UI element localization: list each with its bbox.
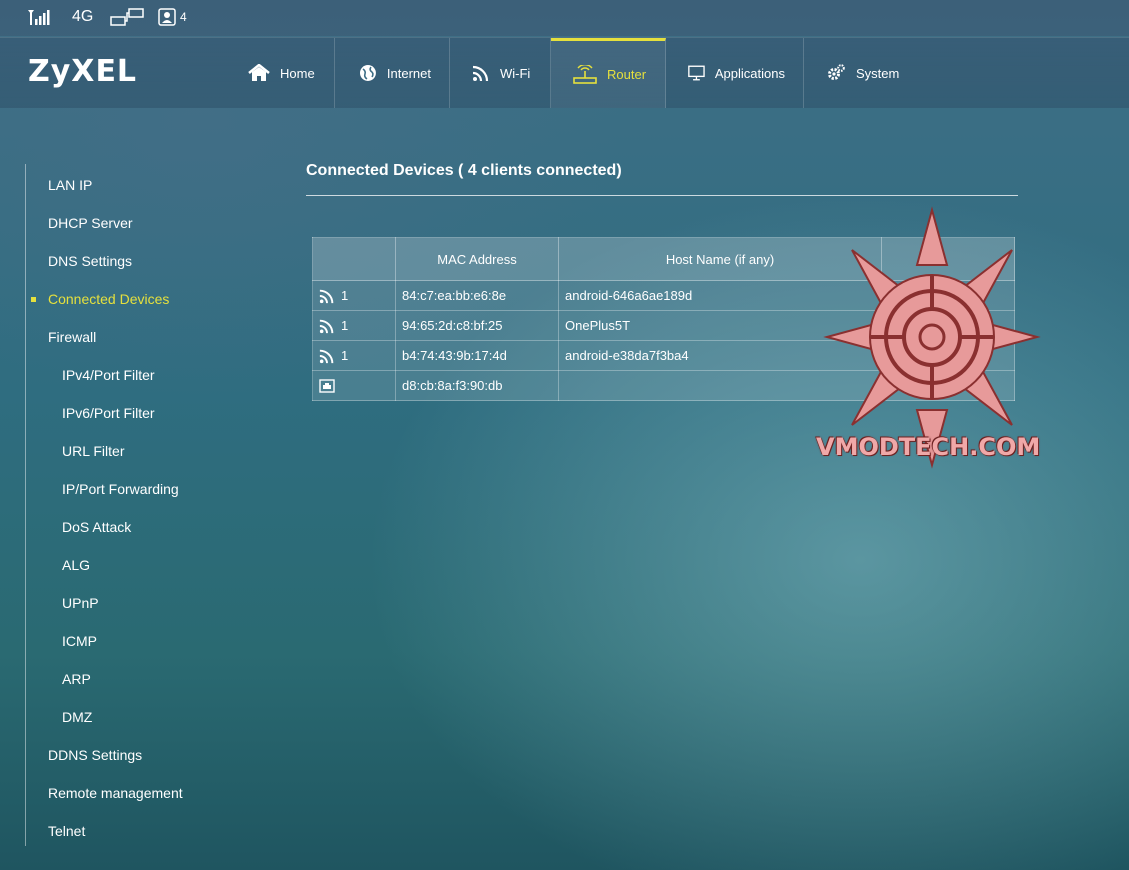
sidebar-item-dmz[interactable]: DMZ — [62, 709, 92, 725]
tab-home[interactable]: Home — [232, 38, 335, 108]
sidebar-item-alg[interactable]: ALG — [62, 557, 90, 573]
tab-applications[interactable]: Applications — [666, 38, 804, 108]
mac-address-cell: 84:c7:ea:bb:e6:8e — [395, 280, 559, 311]
user-icon — [158, 8, 176, 26]
sidebar-item-url-filter[interactable]: URL Filter — [62, 443, 125, 459]
active-bullet — [31, 297, 36, 302]
header-type — [312, 237, 396, 281]
sidebar-item-arp[interactable]: ARP — [62, 671, 91, 687]
device-band: 1 — [341, 318, 349, 333]
sidebar-item-upnp[interactable]: UPnP — [62, 595, 99, 611]
top-navigation: ZyXEL Home Internet Wi-Fi Router Applica… — [0, 37, 1129, 108]
tab-system[interactable]: System — [804, 38, 924, 108]
sidebar-item-ipv4-port-filter[interactable]: IPv4/Port Filter — [62, 367, 155, 383]
home-icon — [248, 64, 270, 81]
nav-tabs: Home Internet Wi-Fi Router Applications … — [232, 38, 924, 108]
tab-internet[interactable]: Internet — [335, 38, 450, 108]
watermark-text: VMODTECH.COM — [816, 433, 1041, 461]
sidebar-item-connected-devices-label: Connected Devices — [48, 291, 170, 307]
sidebar-item-ipv6-port-filter[interactable]: IPv6/Port Filter — [62, 405, 155, 421]
sidebar-menu: LAN IP DHCP Server DNS Settings Connecte… — [25, 164, 246, 846]
device-type-cell — [312, 370, 396, 401]
device-band: 1 — [341, 288, 349, 303]
sidebar-item-dns-settings[interactable]: DNS Settings — [48, 253, 132, 269]
sidebar-item-remote-management[interactable]: Remote management — [48, 785, 183, 801]
page-title: Connected Devices ( 4 clients connected) — [306, 162, 622, 179]
tab-applications-label: Applications — [714, 65, 785, 81]
sidebar-item-lan-ip[interactable]: LAN IP — [48, 177, 92, 193]
tab-wifi[interactable]: Wi-Fi — [450, 38, 551, 108]
status-bar: 4G 4 — [0, 0, 1129, 36]
tab-router[interactable]: Router — [551, 38, 666, 108]
sidebar-item-dos-attack[interactable]: DoS Attack — [62, 519, 131, 535]
signal-strength-icon — [28, 8, 50, 26]
router-icon — [573, 64, 597, 84]
sidebar-item-icmp[interactable]: ICMP — [62, 633, 97, 649]
mac-address-cell: d8:cb:8a:f3:90:db — [395, 370, 559, 401]
gear-icon — [828, 64, 845, 80]
sidebar-item-ip-port-forwarding[interactable]: IP/Port Forwarding — [62, 481, 179, 497]
lan-icon — [319, 378, 335, 393]
connected-clients-indicator[interactable]: 4 — [158, 8, 187, 26]
tab-wifi-label: Wi-Fi — [500, 65, 531, 81]
device-type-cell: 1 — [312, 340, 396, 371]
brand-logo: ZyXEL — [28, 54, 138, 89]
wifi-icon — [472, 65, 489, 82]
device-type-cell: 1 — [312, 310, 396, 341]
globe-icon — [359, 65, 376, 81]
wifi-icon — [319, 289, 334, 303]
watermark-logo-icon — [823, 206, 1041, 469]
sidebar-item-telnet[interactable]: Telnet — [48, 823, 85, 839]
mac-address-cell: b4:74:43:9b:17:4d — [395, 340, 559, 371]
client-count: 4 — [180, 10, 187, 24]
network-type-label: 4G — [72, 8, 94, 25]
wan-status-icon — [110, 8, 144, 26]
tab-home-label: Home — [280, 65, 315, 81]
device-type-cell: 1 — [312, 280, 396, 311]
device-band: 1 — [341, 348, 349, 363]
sidebar-item-firewall[interactable]: Firewall — [48, 329, 96, 345]
header-mac-address: MAC Address — [395, 237, 559, 281]
tab-router-label: Router — [607, 67, 647, 82]
wifi-icon — [319, 319, 334, 333]
title-divider — [306, 195, 1018, 196]
wifi-icon — [319, 349, 334, 363]
sidebar-item-connected-devices[interactable]: Connected Devices — [31, 291, 170, 307]
sidebar-item-dhcp-server[interactable]: DHCP Server — [48, 215, 133, 231]
tab-internet-label: Internet — [386, 65, 431, 81]
monitor-icon — [688, 65, 705, 81]
tab-system-label: System — [856, 65, 900, 81]
sidebar-item-ddns-settings[interactable]: DDNS Settings — [48, 747, 142, 763]
mac-address-cell: 94:65:2d:c8:bf:25 — [395, 310, 559, 341]
